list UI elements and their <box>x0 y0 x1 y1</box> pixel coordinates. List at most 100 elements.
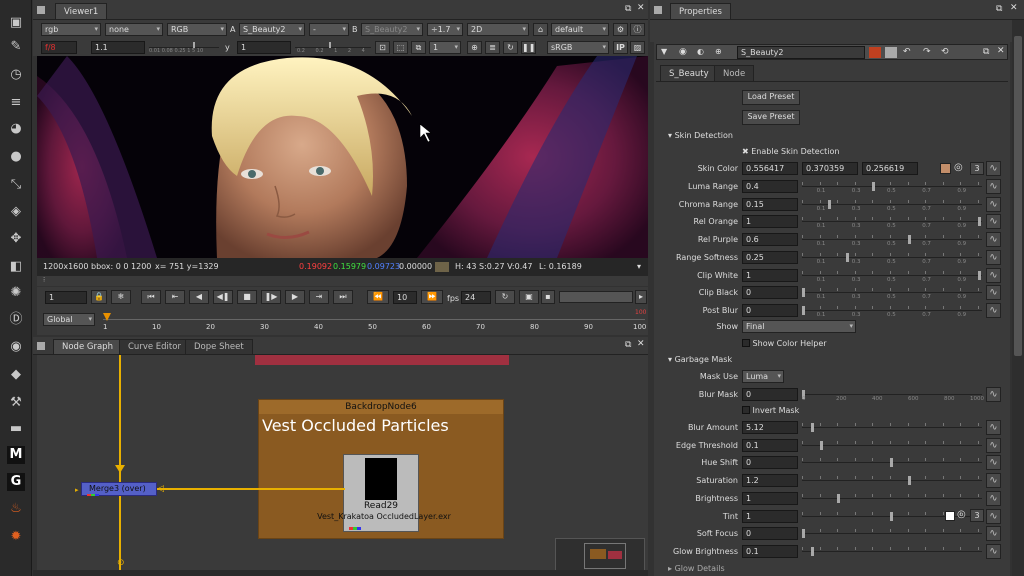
draw-icon[interactable]: ✎ <box>7 38 25 56</box>
lock-icon[interactable]: ⌂ <box>533 23 548 36</box>
scrollbar-thumb[interactable] <box>1014 36 1022 356</box>
tab-node-graph[interactable]: Node Graph <box>53 339 122 354</box>
stop-icon[interactable]: ■ <box>237 290 257 304</box>
particles-icon[interactable]: ✺ <box>7 284 25 302</box>
properties-scrollbar[interactable] <box>1012 20 1024 576</box>
clip-black-slider[interactable]: 0.1 0.3 0.5 0.7 0.9 <box>802 286 982 304</box>
alpha-dropdown[interactable]: none <box>105 23 163 36</box>
invert-mask-checkbox[interactable]: Invert Mask <box>742 406 799 415</box>
wipe-icon[interactable]: ⊡ <box>375 41 390 54</box>
backdrop-node-red[interactable] <box>255 355 509 365</box>
post-blur-curve-icon[interactable]: ∿ <box>986 302 1001 318</box>
float-node-icon[interactable]: ⧉ <box>983 47 989 57</box>
pane-menu-icon[interactable] <box>37 6 45 14</box>
next-keyframe-icon[interactable]: ⇥ <box>309 290 329 304</box>
soft-focus-field[interactable]: 0 <box>742 527 798 541</box>
lut-dropdown[interactable]: default <box>551 23 609 36</box>
tile-color-icon[interactable] <box>869 47 881 58</box>
blur-amount-field[interactable]: 5.12 <box>742 421 798 434</box>
clip-white-slider[interactable]: 0.1 0.3 0.5 0.7 0.9 <box>802 269 982 287</box>
load-preset-button[interactable]: Load Preset <box>742 90 800 105</box>
toolsets-icon[interactable]: ⚒ <box>7 394 25 412</box>
guides-icon[interactable]: ≣ <box>485 41 500 54</box>
redo-icon[interactable]: ↷ <box>923 47 931 57</box>
pause-icon[interactable]: ❚❚ <box>521 41 536 54</box>
image-icon[interactable]: ▣ <box>7 14 25 32</box>
tab-properties[interactable]: Properties <box>670 3 731 19</box>
tint-field[interactable]: 1 <box>742 509 798 523</box>
node-name-field[interactable]: S_Beauty2 <box>737 46 865 59</box>
deep-icon[interactable]: Ⓓ <box>7 311 25 329</box>
channel-icon[interactable]: ≡ <box>7 94 25 112</box>
prev-keyframe-icon[interactable]: ⇤ <box>165 290 185 304</box>
revert-icon[interactable]: ⟲ <box>941 47 949 57</box>
saturation-slider[interactable] <box>802 474 982 492</box>
prop-pane-menu-icon[interactable] <box>654 6 662 14</box>
clip-white-field[interactable]: 1 <box>742 268 798 282</box>
tint-wheel-icon[interactable]: ◎ <box>957 509 966 520</box>
step-back-icon[interactable]: ◀❚ <box>213 290 233 304</box>
brightness-curve-icon[interactable]: ∿ <box>986 490 1001 506</box>
show-dropdown[interactable]: Final <box>742 320 856 333</box>
soft-focus-slider[interactable] <box>802 527 982 545</box>
ip-button[interactable]: IP <box>613 41 628 54</box>
m-plugin-icon[interactable]: M <box>7 446 25 464</box>
brightness-field[interactable]: 1 <box>742 491 798 505</box>
skin-color-g[interactable]: 0.370359 <box>802 162 858 175</box>
prop-close-icon[interactable]: ✕ <box>1010 3 1018 13</box>
flipbook-icon[interactable]: ▣ <box>519 290 539 304</box>
blur-amount-curve-icon[interactable]: ∿ <box>986 420 1001 435</box>
clip-black-curve-icon[interactable]: ∿ <box>986 285 1001 301</box>
lock-range-icon[interactable]: 🔒 <box>91 290 107 304</box>
play-forward-icon[interactable]: ▶ <box>285 290 305 304</box>
b-input-dropdown[interactable]: S_Beauty2 <box>361 23 423 36</box>
save-preset-button[interactable]: Save Preset <box>742 110 800 125</box>
garbage-mask-group[interactable]: ▾ Garbage Mask <box>668 355 732 364</box>
brightness-slider[interactable] <box>802 492 982 510</box>
tint-swatch[interactable] <box>945 511 955 521</box>
refresh-icon[interactable]: ↻ <box>503 41 518 54</box>
keyer-icon[interactable]: ⤡ <box>7 176 25 194</box>
glow-brightness-field[interactable]: 0.1 <box>742 544 798 558</box>
dot-node-icon[interactable]: ⊙ <box>117 558 125 568</box>
transform-icon[interactable]: ✥ <box>7 230 25 248</box>
g-plugin-icon[interactable]: G <box>7 473 25 491</box>
tab-curve-editor[interactable]: Curve Editor <box>119 339 190 354</box>
glow-details-group[interactable]: ▸ Glow Details <box>668 564 725 573</box>
fire-icon[interactable]: ✹ <box>7 528 25 546</box>
hue-shift-curve-icon[interactable]: ∿ <box>986 455 1001 471</box>
fps-field[interactable]: 24 <box>461 291 491 304</box>
current-frame-field[interactable]: 1 <box>45 291 87 304</box>
gain-slider[interactable]: 0.01 0.08 0.25 1 5 10 <box>149 41 219 54</box>
rel-purple-curve-icon[interactable]: ∿ <box>986 232 1001 248</box>
a-input-dropdown[interactable]: S_Beauty2 <box>239 23 305 36</box>
color-icon[interactable]: ◕ <box>7 120 25 138</box>
filter-icon[interactable]: ● <box>7 148 25 166</box>
node-help-icon[interactable]: ⊕ <box>715 47 722 56</box>
proxy-dropdown[interactable]: ÷1.7 <box>427 23 463 36</box>
tab-node[interactable]: Node <box>714 65 755 81</box>
color-wheel-icon[interactable]: ◎ <box>954 162 963 173</box>
chroma-range-curve-icon[interactable]: ∿ <box>986 196 1001 212</box>
fstop-field[interactable]: f/8 <box>41 41 77 54</box>
gain-field[interactable]: 1.1 <box>91 41 145 54</box>
roi-icon[interactable]: ⬚ <box>393 41 408 54</box>
range-softness-curve-icon[interactable]: ∿ <box>986 249 1001 265</box>
zoom-icon[interactable]: ⧉ <box>411 41 426 54</box>
frame-dropdown[interactable]: 1 <box>429 41 461 54</box>
mask-use-dropdown[interactable]: Luma <box>742 370 784 383</box>
blur-mask-field[interactable]: 0 <box>742 388 798 401</box>
node-float-icon[interactable]: ⧉ <box>625 340 631 350</box>
3d-icon[interactable]: ◧ <box>7 258 25 276</box>
skin-color-curve-icon[interactable]: ∿ <box>986 161 1001 176</box>
flame-icon[interactable]: ♨ <box>7 500 25 518</box>
skin-color-channels[interactable]: 3 <box>970 162 984 175</box>
luma-range-field[interactable]: 0.4 <box>742 180 798 193</box>
view-mode-dropdown[interactable]: 2D <box>467 23 529 36</box>
metadata-icon[interactable]: ◆ <box>7 366 25 384</box>
skip-increment-field[interactable]: 10 <box>393 291 417 304</box>
gamma-slider[interactable]: 0.2 0.2 1 2 4 <box>295 41 371 54</box>
tab-viewer1[interactable]: Viewer1 <box>55 3 108 19</box>
loop-icon[interactable]: ↻ <box>495 290 515 304</box>
post-blur-field[interactable]: 0 <box>742 303 798 317</box>
